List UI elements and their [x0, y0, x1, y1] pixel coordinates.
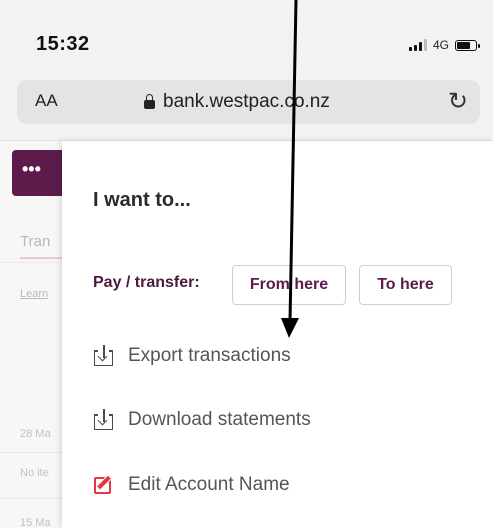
action-label: Download statements: [128, 409, 311, 430]
background-no-items: No ite: [20, 467, 49, 479]
address-bar[interactable]: AA bank.westpac.co.nz ↻: [17, 80, 480, 124]
action-label: Export transactions: [128, 345, 291, 366]
text-size-button[interactable]: AA: [35, 91, 58, 111]
reload-icon[interactable]: ↻: [448, 87, 468, 116]
tab-underline: [20, 257, 62, 259]
pay-to-here-button[interactable]: To here: [359, 265, 452, 305]
background-date: 28 Ma: [20, 428, 51, 440]
url-text: bank.westpac.co.nz: [163, 91, 330, 112]
status-time: 15:32: [36, 33, 90, 55]
background-date: 15 Ma: [20, 517, 51, 528]
divider: [0, 452, 62, 453]
divider: [0, 498, 62, 499]
status-bar: 15:32 4G: [0, 0, 493, 72]
actions-panel: I want to... Pay / transfer: From here T…: [62, 141, 493, 528]
signal-icon: [408, 39, 427, 51]
more-menu-button[interactable]: •••: [12, 150, 62, 196]
background-tab[interactable]: Tran: [20, 233, 50, 250]
edit-account-name-action[interactable]: Edit Account Name: [93, 474, 290, 496]
lock-icon: [144, 93, 155, 109]
status-indicators: 4G: [408, 38, 480, 52]
download-icon: [93, 345, 115, 367]
screen: 15:32 4G AA bank.westpac.co.nz ↻ ••• Tra…: [0, 0, 493, 528]
edit-icon: [93, 474, 115, 496]
download-icon: [93, 409, 115, 431]
url-display[interactable]: bank.westpac.co.nz: [144, 91, 330, 113]
background-link[interactable]: Learn: [20, 288, 48, 300]
action-label: Edit Account Name: [128, 474, 290, 495]
network-type: 4G: [432, 38, 449, 52]
download-statements-action[interactable]: Download statements: [93, 409, 311, 431]
divider: [0, 262, 62, 263]
export-transactions-action[interactable]: Export transactions: [93, 345, 291, 367]
panel-title: I want to...: [93, 189, 191, 211]
pay-from-here-button[interactable]: From here: [232, 265, 346, 305]
battery-icon: [455, 39, 480, 51]
pay-transfer-label: Pay / transfer:: [93, 274, 200, 291]
browser-toolbar: AA bank.westpac.co.nz ↻: [0, 72, 493, 141]
